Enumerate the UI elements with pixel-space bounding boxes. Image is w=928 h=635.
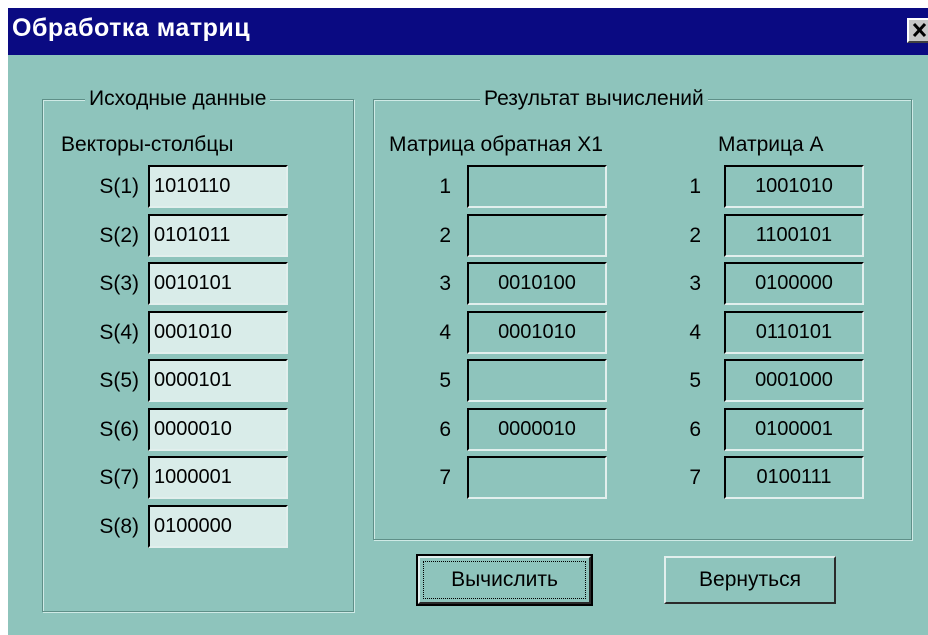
- matrix-a-row-field[interactable]: 1001010: [724, 165, 864, 208]
- column-vectors-label: Векторы-столбцы: [61, 133, 234, 156]
- vector-label: S(7): [99, 466, 139, 489]
- inverse-row-field[interactable]: [467, 456, 607, 499]
- matrix-a-row-field[interactable]: 1100101: [724, 214, 864, 257]
- matrix-a-row-label: 3: [689, 272, 701, 295]
- matrix-a-row-label: 1: [689, 175, 701, 198]
- inverse-row-field[interactable]: [467, 359, 607, 402]
- inverse-row-label: 3: [439, 272, 451, 295]
- matrix-a-row-label: 4: [689, 321, 701, 344]
- window-title: Обработка матриц: [12, 14, 251, 42]
- inverse-row-field[interactable]: [467, 165, 607, 208]
- matrix-a-row-label: 5: [689, 369, 701, 392]
- matrix-a-row-label: 7: [689, 466, 701, 489]
- vector-label: S(3): [99, 272, 139, 295]
- vector-label: S(8): [99, 515, 139, 538]
- inverse-row-label: 6: [439, 418, 451, 441]
- matrix-processing-window: Обработка матриц Исходные данные Векторы…: [8, 8, 928, 635]
- inverse-row-field[interactable]: 0000010: [467, 408, 607, 451]
- matrix-a-row-label: 6: [689, 418, 701, 441]
- inverse-row-field[interactable]: 0001010: [467, 311, 607, 354]
- matrix-a-row-field[interactable]: 0100000: [724, 262, 864, 305]
- vector-input[interactable]: 0101011: [148, 214, 288, 257]
- inverse-row-label: 5: [439, 369, 451, 392]
- vector-input[interactable]: 0000101: [148, 359, 288, 402]
- vector-input[interactable]: 0010101: [148, 262, 288, 305]
- vector-input[interactable]: 0000010: [148, 408, 288, 451]
- back-button-label: Вернуться: [699, 568, 801, 591]
- back-button[interactable]: Вернуться: [664, 556, 836, 604]
- inverse-row-field[interactable]: [467, 214, 607, 257]
- vector-label: S(5): [99, 369, 139, 392]
- compute-button[interactable]: Вычислить: [416, 554, 593, 606]
- matrix-a-title: Матрица A: [718, 133, 824, 156]
- compute-button-label: Вычислить: [451, 568, 558, 591]
- matrix-a-row-field[interactable]: 0100111: [724, 456, 864, 499]
- matrix-a-row-field[interactable]: 0100001: [724, 408, 864, 451]
- vector-input[interactable]: 1000001: [148, 456, 288, 499]
- results-caption: Результат вычислений: [480, 86, 708, 112]
- inverse-row-field[interactable]: 0010100: [467, 262, 607, 305]
- vector-label: S(2): [99, 224, 139, 247]
- vector-input[interactable]: 0100000: [148, 505, 288, 548]
- close-button[interactable]: [907, 18, 928, 43]
- matrix-a-row-field[interactable]: 0001000: [724, 359, 864, 402]
- matrix-a-row-field[interactable]: 0110101: [724, 311, 864, 354]
- source-data-caption: Исходные данные: [85, 86, 271, 112]
- vector-input[interactable]: 0001010: [148, 311, 288, 354]
- vector-label: S(6): [99, 418, 139, 441]
- vector-input[interactable]: 1010110: [148, 165, 288, 208]
- inverse-row-label: 2: [439, 224, 451, 247]
- inverse-row-label: 4: [439, 321, 451, 344]
- vector-label: S(1): [99, 175, 139, 198]
- inverse-row-label: 1: [439, 175, 451, 198]
- title-bar[interactable]: Обработка матриц: [8, 8, 928, 55]
- inverse-row-label: 7: [439, 466, 451, 489]
- matrix-a-row-label: 2: [689, 224, 701, 247]
- inverse-matrix-title: Матрица обратная X1: [389, 133, 603, 156]
- close-icon: [912, 22, 927, 38]
- vector-label: S(4): [99, 321, 139, 344]
